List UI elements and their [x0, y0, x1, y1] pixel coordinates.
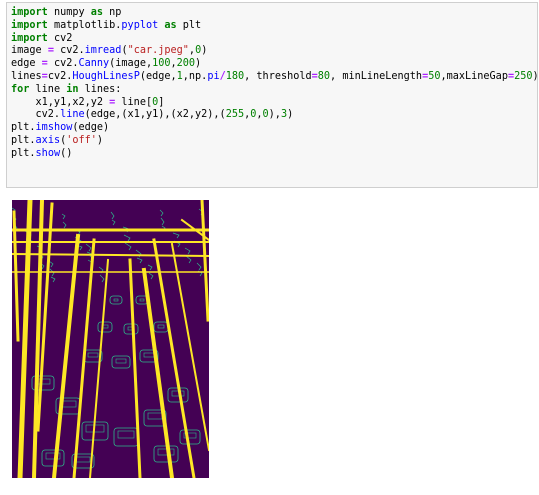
code-token: numpy: [47, 7, 91, 18]
code-token: lines: [11, 70, 42, 82]
code-token: plt.: [11, 122, 36, 134]
code-token: line: [29, 83, 67, 95]
code-line: x1,y1,x2,y2 = line[0]: [11, 97, 539, 110]
code-line: plt.imshow(edge): [11, 122, 539, 135]
code-token: (edge): [72, 122, 110, 134]
code-line: import cv2: [11, 33, 539, 46]
code-token: ): [532, 70, 539, 82]
code-token: cv2: [47, 32, 73, 44]
code-token: ): [96, 134, 104, 146]
code-token: for: [11, 83, 30, 95]
code-token: (edge,(x1,y1),(x2,y2),(: [84, 109, 226, 121]
output-image: [12, 200, 209, 478]
code-line: plt.show(): [11, 148, 539, 161]
code-token: line: [60, 109, 85, 121]
code-line: lines=cv2.HoughLinesP(edge,1,np.pi/180, …: [11, 71, 539, 84]
code-token: 'off': [66, 134, 97, 146]
code-token: imshow: [35, 122, 73, 134]
canny-hough-plot: [12, 200, 209, 478]
code-token: import: [11, 19, 48, 31]
code-token: HoughLinesP: [72, 70, 140, 82]
code-token: x1,y1,x2,y2: [11, 96, 110, 108]
code-token: (image,: [109, 58, 153, 70]
code-cell[interactable]: import numpy as np import matplotlib.pypl…: [6, 2, 539, 188]
code-token: ): [201, 45, 208, 57]
code-token: cv2.: [47, 70, 73, 82]
code-editor[interactable]: import numpy as np import matplotlib.pypl…: [11, 7, 539, 161]
code-token: plt.: [11, 147, 36, 159]
code-token: as: [164, 19, 177, 31]
code-token: show: [35, 147, 61, 159]
code-token: matplotlib.: [47, 19, 122, 31]
code-token: cv2.: [11, 109, 61, 121]
code-token: , threshold: [244, 70, 312, 82]
code-token: image: [11, 45, 48, 57]
code-token: line[: [115, 96, 153, 108]
code-token: pi: [207, 70, 220, 82]
code-token: 80: [317, 70, 331, 82]
code-token: ): [287, 109, 294, 121]
code-token: ): [195, 58, 202, 70]
code-token: import: [11, 32, 48, 44]
code-token: imread: [84, 45, 122, 57]
code-token: (edge,: [139, 70, 177, 82]
code-token: plt.: [11, 134, 36, 146]
code-token: 200: [176, 58, 196, 70]
code-line: for line in lines:: [11, 84, 539, 97]
code-token: "car.jpeg": [127, 45, 189, 57]
code-token: as: [90, 7, 104, 18]
code-token: 180: [225, 70, 245, 82]
code-token: , minLineLength: [330, 70, 423, 82]
code-token: np: [103, 7, 122, 18]
code-token: ,np.: [182, 70, 208, 82]
code-line: edge = cv2.Canny(image,100,200): [11, 58, 539, 71]
code-token: import: [11, 7, 48, 18]
code-token: lines:: [78, 83, 122, 95]
code-token: ]: [158, 96, 165, 108]
code-token: edge: [11, 58, 42, 70]
code-token: in: [66, 83, 79, 95]
code-line: import matplotlib.pyplot as plt: [11, 20, 539, 33]
code-token: cv2.: [47, 58, 79, 70]
code-line: import numpy as np: [11, 7, 539, 20]
code-line: plt.axis('off'): [11, 135, 539, 148]
code-token: 100: [152, 58, 171, 70]
code-token: (): [60, 147, 73, 159]
code-token: plt: [176, 19, 202, 31]
code-token: Canny: [78, 58, 110, 70]
code-token: ),: [268, 109, 281, 121]
code-token: 250: [514, 70, 533, 82]
code-token: axis: [35, 134, 61, 146]
code-token: 50: [428, 70, 441, 82]
code-token: cv2.: [53, 45, 85, 57]
code-token: pyplot: [121, 19, 159, 31]
code-token: ,maxLineGap: [440, 70, 508, 82]
code-line: cv2.line(edge,(x1,y1),(x2,y2),(255,0,0),…: [11, 109, 539, 122]
code-line: image = cv2.imread("car.jpeg",0): [11, 45, 539, 58]
code-token: 255: [225, 109, 245, 121]
